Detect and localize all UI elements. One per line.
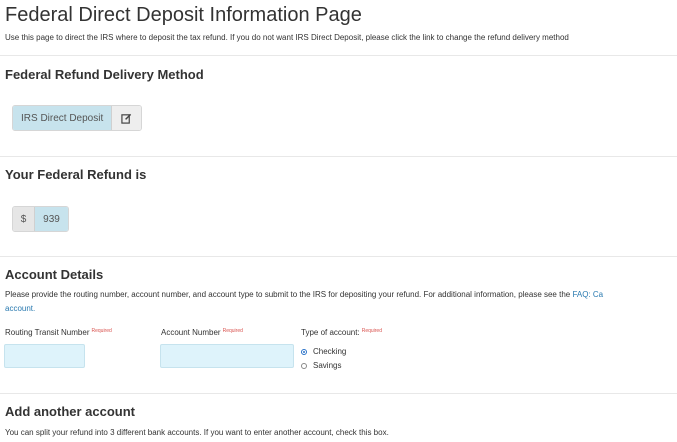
required-marker: Required	[361, 328, 382, 334]
delivery-method-heading: Federal Refund Delivery Method	[5, 67, 204, 82]
divider	[0, 256, 677, 257]
refund-amount-group: $ 939	[12, 206, 69, 232]
add-account-description: You can split your refund into 3 differe…	[5, 428, 389, 437]
account-details-heading: Account Details	[5, 267, 104, 282]
account-number-label: Account Number Required	[161, 328, 243, 337]
account-type-savings[interactable]: Savings	[301, 361, 341, 370]
page-intro: Use this page to direct the IRS where to…	[5, 33, 569, 42]
checking-label: Checking	[313, 347, 347, 356]
edit-icon	[121, 113, 132, 124]
delivery-method-value: IRS Direct Deposit	[13, 106, 113, 130]
routing-number-label: Routing Transit Number Required	[5, 328, 112, 337]
faq-link-continued[interactable]: account.	[5, 304, 35, 313]
account-type-label: Type of account: Required	[301, 328, 382, 337]
divider	[0, 156, 677, 157]
required-marker: Required	[91, 328, 112, 334]
edit-delivery-method-button[interactable]	[112, 106, 142, 130]
required-marker: Required	[222, 328, 243, 334]
delivery-method-group: IRS Direct Deposit	[12, 105, 143, 131]
federal-refund-heading: Your Federal Refund is	[5, 167, 147, 182]
savings-radio[interactable]	[301, 362, 307, 369]
account-number-input[interactable]	[160, 344, 294, 368]
page-title: Federal Direct Deposit Information Page	[5, 4, 362, 26]
add-account-heading: Add another account	[5, 404, 136, 419]
account-details-description: Please provide the routing number, accou…	[5, 290, 604, 299]
faq-link[interactable]: FAQ: Ca	[572, 290, 603, 299]
refund-amount: 939	[35, 207, 68, 231]
account-type-checking[interactable]: Checking	[301, 347, 346, 356]
divider	[0, 393, 677, 394]
savings-label: Savings	[313, 361, 342, 370]
divider	[0, 55, 677, 56]
routing-number-input[interactable]	[4, 344, 85, 368]
checking-radio[interactable]	[301, 348, 307, 355]
currency-symbol: $	[13, 207, 35, 231]
